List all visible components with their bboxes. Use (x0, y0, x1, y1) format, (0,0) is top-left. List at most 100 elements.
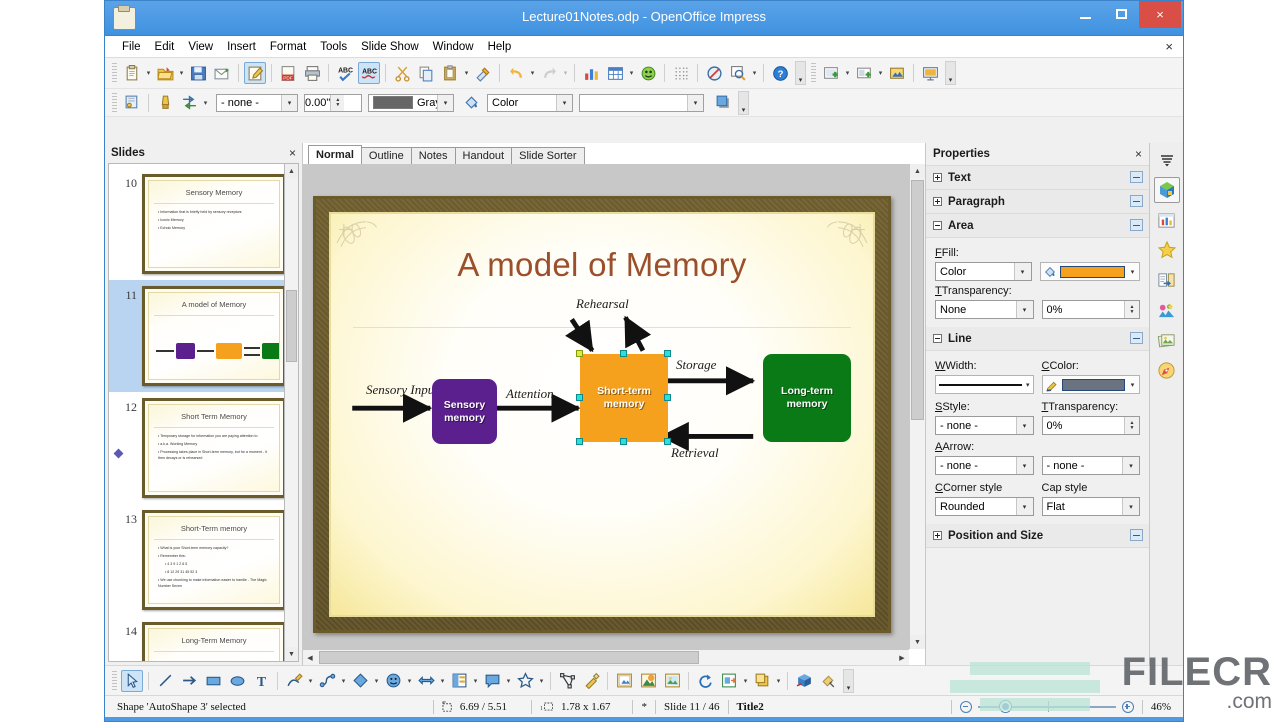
symbol-shapes-dropdown[interactable]: ▾ (405, 671, 414, 691)
block-arrows-button[interactable] (415, 670, 437, 692)
tab-notes[interactable]: Notes (410, 147, 456, 164)
sidebar-menu-icon[interactable] (1154, 147, 1180, 173)
menu-format[interactable]: Format (263, 39, 313, 55)
expand-icon[interactable] (933, 197, 942, 206)
slide-layout-dropdown[interactable]: ▾ (876, 63, 885, 83)
fontwork-button[interactable] (154, 92, 176, 114)
chevron-down-icon[interactable]: ▾ (556, 94, 572, 111)
fill-type-select[interactable]: Color ▾ (935, 262, 1032, 281)
line-width-picker[interactable]: ▾ (935, 375, 1034, 394)
chevron-down-icon[interactable]: ▾ (1015, 457, 1033, 474)
line-width-stepper[interactable]: ▲ ▼ (330, 94, 345, 111)
line-fill-overflow[interactable]: ▾ (738, 90, 749, 115)
display-views-button[interactable] (703, 62, 725, 84)
scroll-right-icon[interactable]: ▶ (895, 651, 909, 665)
picture-frame-button[interactable] (661, 670, 683, 692)
curve-tool-button[interactable] (283, 670, 305, 692)
arrow-end-select[interactable]: - none - ▾ (1041, 456, 1140, 475)
editor-horizontal-scrollbar[interactable]: ◀ ▶ (303, 649, 909, 665)
line-style-select[interactable]: - none - ▾ (935, 416, 1034, 435)
shadow-button[interactable] (712, 92, 734, 114)
open-document-dropdown[interactable]: ▾ (177, 63, 186, 83)
insert-table-button[interactable] (604, 62, 626, 84)
stars-shapes-button[interactable] (514, 670, 536, 692)
paste-dropdown[interactable]: ▾ (462, 63, 471, 83)
arrange-objects-dropdown[interactable]: ▾ (774, 671, 783, 691)
section-area-more-options[interactable] (1130, 219, 1143, 231)
block-arrows-dropdown[interactable]: ▾ (438, 671, 447, 691)
selection-handle-sw[interactable] (576, 438, 583, 445)
scrollbar-thumb[interactable] (319, 651, 699, 664)
new-document-button[interactable] (121, 62, 143, 84)
section-paragraph[interactable]: Paragraph (926, 190, 1149, 214)
section-text[interactable]: Text (926, 166, 1149, 190)
zoom-in-icon[interactable] (1121, 700, 1134, 713)
select-tool-button[interactable] (121, 669, 143, 692)
tab-outline[interactable]: Outline (360, 147, 412, 164)
arrange-objects-button[interactable] (751, 670, 773, 692)
slide-toolbar-overflow[interactable]: ▾ (945, 61, 956, 85)
arrow-tool-button[interactable] (178, 670, 200, 692)
section-position-size-more-options[interactable] (1130, 529, 1143, 541)
insert-chart-button[interactable] (580, 62, 602, 84)
menu-file[interactable]: File (115, 39, 148, 55)
thumbnail-image[interactable]: Short Term Memory Temporary storage for … (142, 398, 286, 498)
scroll-down-icon[interactable]: ▼ (910, 635, 925, 649)
close-icon[interactable]: × (1135, 147, 1142, 161)
slide-content[interactable]: A model of Memory Sensory Input Attentio… (329, 212, 875, 617)
tab-slide-sorter[interactable]: Slide Sorter (511, 147, 585, 164)
help-button[interactable]: ? (769, 62, 791, 84)
tab-normal[interactable]: Normal (308, 145, 362, 164)
close-icon[interactable]: × (289, 146, 296, 160)
crop-filter-button[interactable] (817, 670, 839, 692)
expand-icon[interactable] (933, 531, 942, 540)
scroll-left-icon[interactable]: ◀ (303, 651, 317, 665)
menu-view[interactable]: View (181, 39, 220, 55)
slide-thumbnail-14[interactable]: 14 Long-Term Memory Stores all the infor… (109, 616, 298, 661)
chevron-down-icon[interactable]: ▾ (1128, 381, 1137, 389)
thumbnail-image[interactable]: Long-Term Memory Stores all the informat… (142, 622, 286, 661)
navigator-compass-icon[interactable] (1154, 357, 1180, 383)
slides-list[interactable]: 10 Sensory Memory Information that is br… (108, 163, 299, 662)
drawing-toolbar-grip[interactable] (112, 670, 117, 691)
slide-canvas[interactable]: A model of Memory Sensory Input Attentio… (313, 196, 891, 633)
callout-shapes-button[interactable] (481, 670, 503, 692)
clone-formatting-button[interactable] (472, 62, 494, 84)
insert-table-dropdown[interactable]: ▾ (627, 63, 636, 83)
editor-vertical-scrollbar[interactable]: ▲ ▼ (909, 164, 925, 649)
selection-handle-se[interactable] (664, 438, 671, 445)
display-grid-button[interactable] (670, 62, 692, 84)
attention-label[interactable]: Attention (506, 386, 554, 402)
paste-button[interactable] (439, 62, 461, 84)
chevron-down-icon[interactable]: ▾ (1026, 381, 1030, 389)
gallery-icon[interactable] (1154, 297, 1180, 323)
scrollbar-thumb[interactable] (286, 290, 297, 362)
chevron-down-icon[interactable]: ▾ (1122, 457, 1139, 474)
undo-button[interactable] (505, 62, 527, 84)
toolbar-grip-2[interactable] (811, 63, 816, 83)
rectangle-tool-button[interactable] (202, 670, 224, 692)
thumbnail-image[interactable]: A model of Memory (142, 286, 286, 386)
fill-style-select[interactable]: Color ▾ (487, 93, 573, 112)
slide-transition-icon[interactable] (1154, 267, 1180, 293)
callout-shapes-dropdown[interactable]: ▾ (504, 671, 513, 691)
long-term-memory-box[interactable]: Long-term memory (763, 354, 851, 442)
menu-window[interactable]: Window (426, 39, 481, 55)
line-width-input[interactable]: 0.00" ▲ ▼ (304, 93, 362, 112)
chevron-down-icon[interactable]: ▾ (1015, 498, 1033, 515)
selection-handle-s[interactable] (620, 438, 627, 445)
chevron-down-icon[interactable]: ▾ (1013, 263, 1031, 280)
basic-shapes-dropdown[interactable]: ▾ (372, 671, 381, 691)
shape-properties-button[interactable] (121, 92, 143, 114)
redo-dropdown[interactable]: ▾ (561, 63, 570, 83)
chevron-down-icon[interactable]: ▾ (281, 94, 297, 111)
section-line[interactable]: Line (926, 327, 1149, 351)
align-objects-button[interactable] (718, 670, 740, 692)
slide-thumbnail-11[interactable]: 11 A model of Memory (109, 280, 298, 392)
spelling-button[interactable]: ABC (334, 62, 356, 84)
standard-toolbar-overflow[interactable]: ▾ (795, 61, 806, 85)
zoom-button[interactable] (727, 62, 749, 84)
sensory-memory-box[interactable]: Sensory memory (432, 379, 497, 444)
open-document-button[interactable] (154, 62, 176, 84)
print-document-button[interactable] (301, 62, 323, 84)
